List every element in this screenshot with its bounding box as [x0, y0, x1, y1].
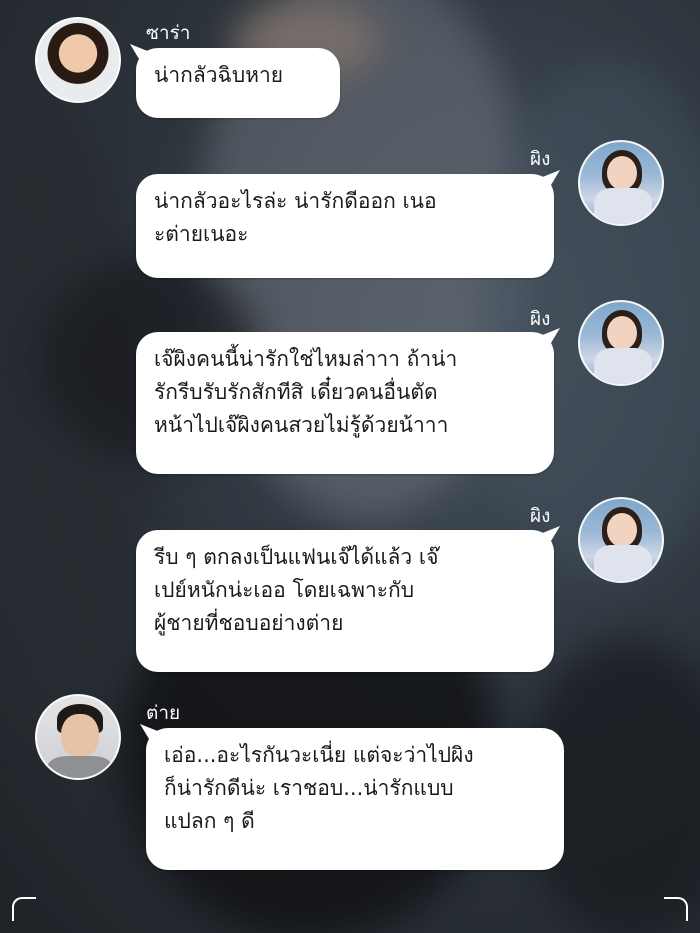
- avatar-ping[interactable]: [578, 497, 664, 583]
- frame-corner-bottom-left: [12, 897, 36, 921]
- sender-name: ซาร่า: [146, 22, 191, 44]
- message-bubble: น่ากลัวฉิบหาย: [136, 48, 340, 118]
- message-text: เอ่อ...อะไรกันวะเนี่ย แต่จะว่าไปผิง ก็น่…: [164, 743, 474, 833]
- sender-name: ผิง: [530, 148, 551, 170]
- message-text: รีบ ๆ ตกลงเป็นแฟนเจ๊ได้แล้ว เจ๊ เปย์หนัก…: [154, 545, 439, 635]
- avatar-ping[interactable]: [578, 300, 664, 386]
- sender-name: ผิง: [530, 505, 551, 527]
- frame-corner-bottom-right: [664, 897, 688, 921]
- sender-name: ต่าย: [146, 702, 181, 724]
- message-text: เจ๊ผิงคนนี้น่ารักใช่ไหมล่าาา ถ้าน่า รักร…: [154, 347, 458, 437]
- message-bubble: เจ๊ผิงคนนี้น่ารักใช่ไหมล่าาา ถ้าน่า รักร…: [136, 332, 554, 474]
- message-bubble: รีบ ๆ ตกลงเป็นแฟนเจ๊ได้แล้ว เจ๊ เปย์หนัก…: [136, 530, 554, 672]
- avatar-ping[interactable]: [578, 140, 664, 226]
- avatar-sara[interactable]: [35, 17, 121, 103]
- sender-name: ผิง: [530, 308, 551, 330]
- message-text: น่ากลัวอะไรล่ะ น่ารักดีออก เนอ ะต่ายเนอะ: [154, 189, 437, 246]
- message-text: น่ากลัวฉิบหาย: [154, 63, 284, 87]
- avatar-tai[interactable]: [35, 694, 121, 780]
- message-bubble: น่ากลัวอะไรล่ะ น่ารักดีออก เนอ ะต่ายเนอะ: [136, 174, 554, 278]
- message-bubble: เอ่อ...อะไรกันวะเนี่ย แต่จะว่าไปผิง ก็น่…: [146, 728, 564, 870]
